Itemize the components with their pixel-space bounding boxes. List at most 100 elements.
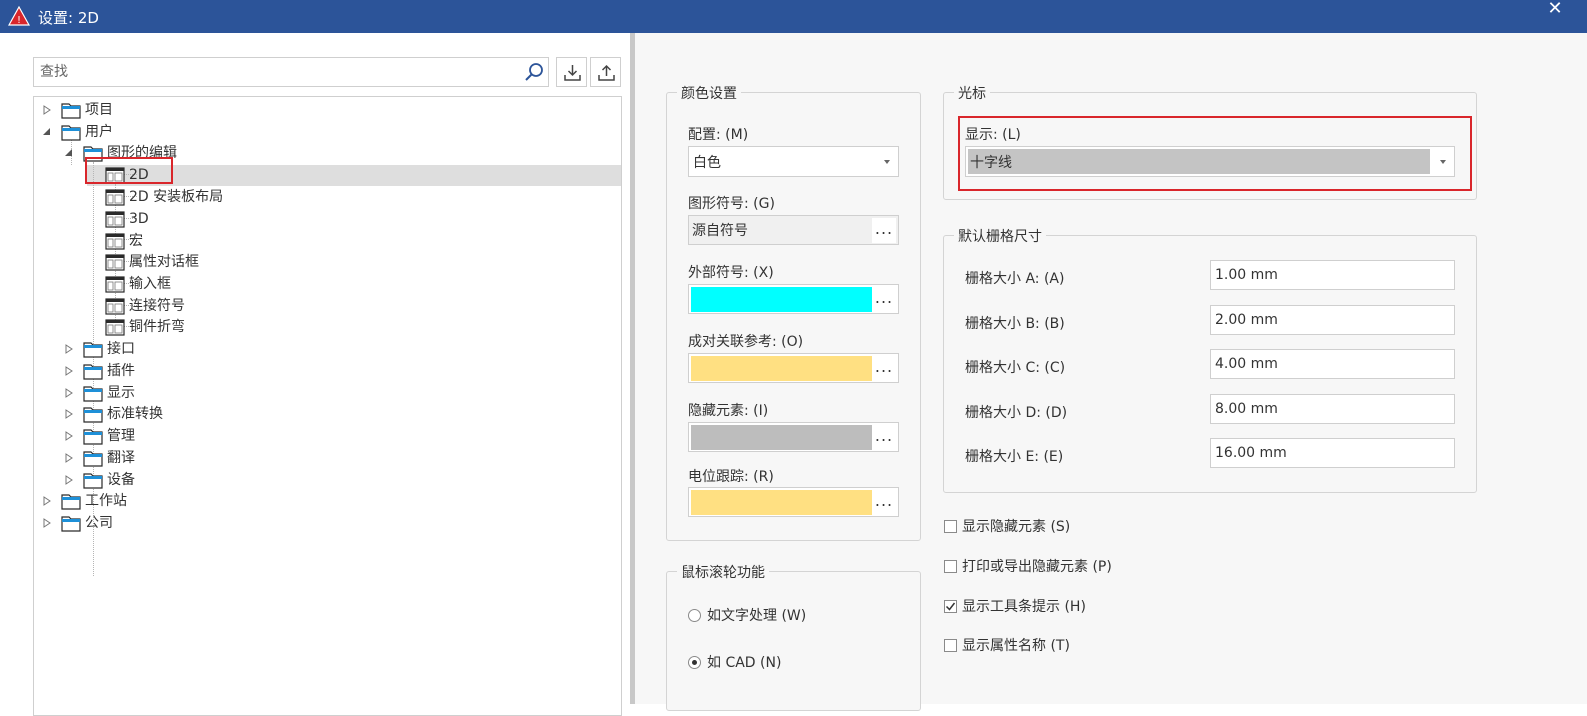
external-symbol-browse-button[interactable]: ... — [872, 287, 896, 312]
grid-e-input[interactable] — [1210, 438, 1455, 468]
external-symbol-color-swatch — [691, 287, 872, 312]
hidden-elem-color-swatch — [691, 425, 872, 450]
search-box[interactable] — [33, 57, 549, 87]
potential-trace-color-field[interactable]: ... — [688, 487, 899, 517]
dropdown-selection-bg — [968, 149, 1430, 174]
tree-item-management[interactable]: 管理 — [34, 426, 334, 447]
config-value: 白色 — [693, 155, 721, 171]
collapse-arrow-icon[interactable] — [64, 148, 74, 158]
search-icon[interactable] — [524, 62, 544, 82]
tree-item-project[interactable]: 项目 — [34, 100, 334, 121]
tree-item-3d[interactable]: 3D — [34, 209, 334, 230]
tree-item-user[interactable]: 用户 — [34, 122, 334, 143]
graphic-symbol-browse-button[interactable]: ... — [872, 218, 896, 243]
settings-page-icon — [105, 298, 125, 315]
group-legend: 颜色设置 — [677, 83, 741, 103]
grid-a-input[interactable] — [1210, 260, 1455, 290]
folder-icon — [83, 429, 103, 445]
tree-item-graphic-editing[interactable]: 图形的编辑 — [34, 143, 334, 164]
wheel-option-cad[interactable]: 如 CAD (N) — [688, 654, 888, 672]
checkbox-box[interactable] — [944, 639, 957, 652]
tree-item-property-dialog[interactable]: 属性对话框 — [34, 252, 334, 273]
tree-item-label: 接口 — [107, 341, 135, 357]
grid-d-label: 栅格大小 D: (D) — [965, 405, 1068, 421]
external-symbol-color-field[interactable]: ... — [688, 284, 899, 314]
radio-button[interactable] — [688, 609, 701, 622]
expand-arrow-icon[interactable] — [64, 388, 74, 398]
potential-trace-label: 电位跟踪: (R) — [688, 469, 774, 485]
tree-item-macro[interactable]: 宏 — [34, 231, 334, 252]
external-symbol-label: 外部符号: (X) — [688, 265, 774, 281]
cursor-display-dropdown[interactable]: 十字线 — [965, 146, 1455, 177]
tree-item-2d-panel-layout[interactable]: 2D 安装板布局 — [34, 187, 334, 208]
tree-item-label: 插件 — [107, 363, 135, 379]
tree-item-connector-symbol[interactable]: 连接符号 — [34, 296, 334, 317]
expand-arrow-icon[interactable] — [64, 344, 74, 354]
hidden-elem-color-field[interactable]: ... — [688, 422, 899, 452]
import-button[interactable] — [556, 57, 587, 87]
expand-arrow-icon[interactable] — [64, 453, 74, 463]
grid-e-label: 栅格大小 E: (E) — [965, 449, 1064, 465]
tree-item-label: 铜件折弯 — [129, 319, 185, 335]
paired-ref-color-field[interactable]: ... — [688, 353, 899, 383]
config-dropdown[interactable]: 白色 — [688, 146, 899, 177]
show-tooltips-checkbox[interactable]: 显示工具条提示 (H) — [944, 598, 1144, 616]
tree-item-copper-bend[interactable]: 铜件折弯 — [34, 317, 334, 338]
default-grid-group: 默认栅格尺寸 栅格大小 A: (A) 栅格大小 B: (B) 栅格大小 C: (… — [943, 226, 1477, 493]
tree-item-company[interactable]: 公司 — [34, 513, 334, 534]
expand-arrow-icon[interactable] — [64, 366, 74, 376]
folder-icon — [83, 473, 103, 489]
graphic-symbol-label: 图形符号: (G) — [688, 196, 775, 212]
expand-arrow-icon[interactable] — [64, 475, 74, 485]
potential-trace-browse-button[interactable]: ... — [872, 490, 896, 515]
search-input[interactable] — [40, 62, 510, 82]
settings-page-icon — [105, 233, 125, 250]
show-hidden-checkbox[interactable]: 显示隐藏元素 (S) — [944, 518, 1144, 536]
settings-page-icon — [105, 211, 125, 228]
checkbox-box[interactable] — [944, 520, 957, 533]
expand-arrow-icon[interactable] — [64, 409, 74, 419]
cursor-display-value: 十字线 — [970, 155, 1012, 171]
expand-arrow-icon[interactable] — [42, 105, 52, 115]
hidden-elem-browse-button[interactable]: ... — [872, 425, 896, 450]
tree-item-standard-conversion[interactable]: 标准转换 — [34, 404, 334, 425]
upload-icon — [598, 64, 615, 81]
paired-ref-label: 成对关联参考: (O) — [688, 334, 804, 350]
window-title: 设置: 2D — [38, 9, 99, 27]
tree-item-workstation[interactable]: 工作站 — [34, 491, 334, 512]
paired-ref-browse-button[interactable]: ... — [872, 356, 896, 381]
tree-item-input-box[interactable]: 输入框 — [34, 274, 334, 295]
tree-item-display[interactable]: 显示 — [34, 383, 334, 404]
close-icon[interactable]: ✕ — [1540, 0, 1570, 20]
tree-item-interface[interactable]: 接口 — [34, 339, 334, 360]
collapse-arrow-icon[interactable] — [42, 127, 52, 137]
export-button[interactable] — [590, 57, 621, 87]
settings-tree: 项目 用户 图形的编辑 2D 2D 安装板布局 3D 宏 属性对话框 输入框 连… — [33, 96, 622, 716]
checkbox-box[interactable] — [944, 600, 957, 613]
wheel-option-word-processing[interactable]: 如文字处理 (W) — [688, 607, 888, 625]
group-legend: 鼠标滚轮功能 — [677, 562, 769, 582]
expand-arrow-icon[interactable] — [42, 518, 52, 528]
tree-item-label: 工作站 — [85, 493, 127, 509]
graphic-symbol-value: 源自符号 — [692, 223, 748, 239]
tree-item-label: 管理 — [107, 428, 135, 444]
chevron-down-icon — [1440, 160, 1446, 164]
graphic-symbol-field[interactable]: 源自符号 ... — [688, 215, 899, 245]
folder-icon — [83, 451, 103, 467]
expand-arrow-icon[interactable] — [64, 431, 74, 441]
checkbox-box[interactable] — [944, 560, 957, 573]
grid-d-input[interactable] — [1210, 394, 1455, 424]
grid-b-input[interactable] — [1210, 305, 1455, 335]
settings-page-icon — [105, 276, 125, 293]
tree-item-device[interactable]: 设备 — [34, 470, 334, 491]
grid-c-input[interactable] — [1210, 349, 1455, 379]
radio-button[interactable] — [688, 656, 701, 669]
tree-item-plugin[interactable]: 插件 — [34, 361, 334, 382]
show-prop-names-checkbox[interactable]: 显示属性名称 (T) — [944, 637, 1144, 655]
tree-item-label: 属性对话框 — [129, 254, 199, 270]
folder-open-icon — [61, 125, 81, 141]
tree-item-translation[interactable]: 翻译 — [34, 448, 334, 469]
print-hidden-checkbox[interactable]: 打印或导出隐藏元素 (P) — [944, 558, 1144, 576]
tree-item-label: 设备 — [107, 472, 135, 488]
expand-arrow-icon[interactable] — [42, 496, 52, 506]
